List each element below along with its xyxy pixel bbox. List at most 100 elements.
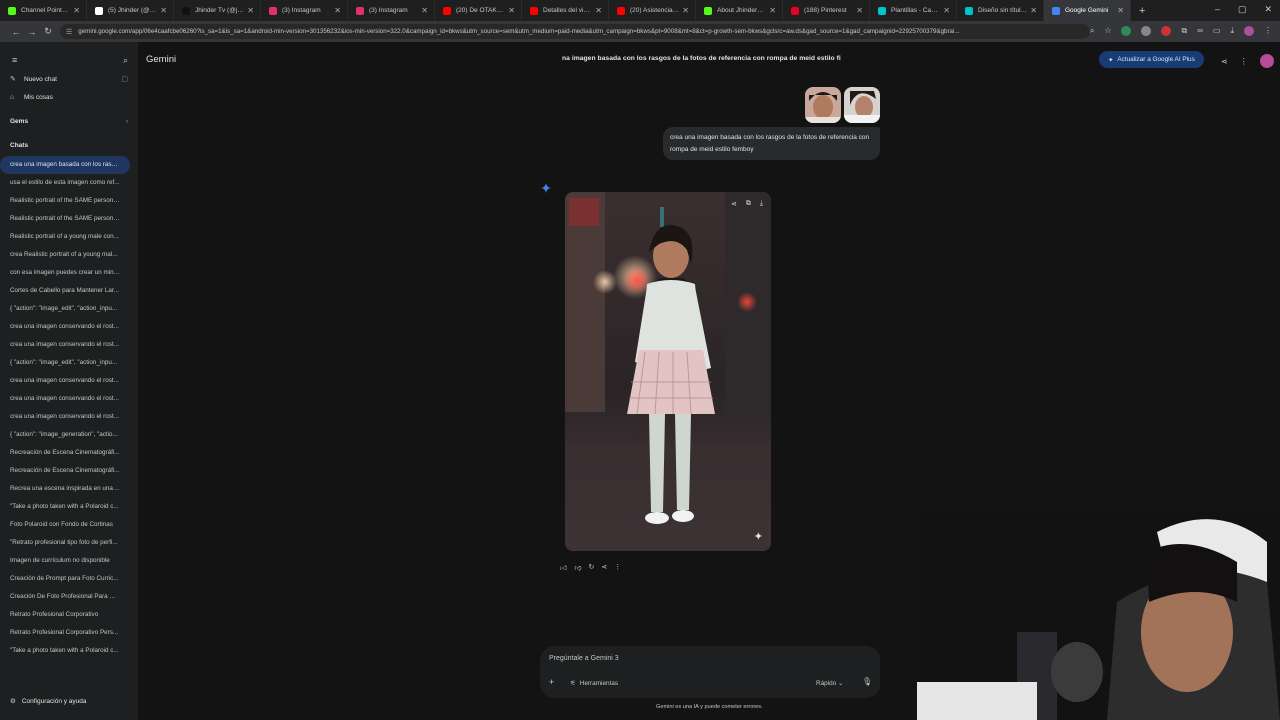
chat-list-item[interactable]: "Take a photo taken with a Polaroid c... [0,642,130,660]
new-tab-button[interactable]: + [1139,5,1145,17]
thumbs-down-icon[interactable]: 👎︎ [574,563,581,572]
new-window-icon[interactable]: ▢ [121,75,128,83]
extensions-puzzle-icon[interactable]: ⧉ [1181,26,1187,36]
more-options-icon[interactable]: ⋮ [614,563,621,572]
mode-selector[interactable]: Rápido ⌄ [816,679,843,687]
browser-tab[interactable]: (20) Asistencia histó✕ [609,0,696,21]
forward-icon[interactable]: → [24,27,40,37]
bookmark-star-icon[interactable]: ☆ [1104,26,1111,36]
browser-tab[interactable]: Channel Points - Ki✕ [0,0,87,21]
chat-list-item[interactable]: { "action": "image_edit", "action_inpu..… [0,354,130,372]
site-info-icon[interactable]: ☰ [66,28,72,36]
tab-close-icon[interactable]: ✕ [73,6,80,15]
tab-close-icon[interactable]: ✕ [682,6,689,15]
share-icon[interactable]: ⋖ [731,200,737,208]
browser-tab[interactable]: Plantillas - Canva ✕ [870,0,957,21]
chat-list-item[interactable]: "Retrato profesional tipo foto de perfi.… [0,534,130,552]
back-icon[interactable]: ← [8,27,24,37]
tab-close-icon[interactable]: ✕ [247,6,254,15]
extension-icon[interactable] [1141,26,1152,36]
maximize-icon[interactable]: ▢ [1238,4,1247,15]
tab-close-icon[interactable]: ✕ [160,6,167,15]
share-icon[interactable]: ⋖ [1221,57,1228,66]
chat-list-item[interactable]: Recrea una escena inspirada en una s... [0,480,130,498]
browser-tab[interactable]: (3) Instagram ✕ [348,0,435,21]
chat-list-item[interactable]: crea una imagen conservando el rost... [0,390,130,408]
chat-list-item[interactable]: Recreación de Escena Cinematográfi... [0,462,130,480]
tab-close-icon[interactable]: ✕ [334,6,341,15]
chat-list-item[interactable]: Realistic portrait of a young male con..… [0,228,130,246]
browser-tab[interactable]: Detalles del video -✕ [522,0,609,21]
close-window-icon[interactable]: ✕ [1264,4,1272,15]
download-icon[interactable]: ⤓ [1230,26,1234,36]
reference-image[interactable] [844,87,880,123]
chat-list-item[interactable]: crea una imagen basada con los rasg... [0,156,130,174]
settings-button[interactable]: ⚙ Configuración y ayuda [10,697,87,706]
chat-list-item[interactable]: Foto Polaroid con Fondo de Cortinas [0,516,130,534]
menu-dots-icon[interactable]: ⋮ [1264,26,1272,36]
chat-list-item[interactable]: crea una imagen conservando el rost... [0,336,130,354]
browser-tab[interactable]: (5) Jhinder (@Jhind✕ [87,0,174,21]
chat-list-item[interactable]: Retrato Profesional Corporativo Pers... [0,624,130,642]
browser-tab[interactable]: (3) Instagram ✕ [261,0,348,21]
tab-close-icon[interactable]: ✕ [769,6,776,15]
tab-close-icon[interactable]: ✕ [943,6,950,15]
my-stuff-button[interactable]: ⌂ Mis cosas [0,88,138,106]
chat-list-item[interactable]: Realistic portrait of the SAME person ..… [0,192,130,210]
tools-button[interactable]: ⚟ Herramientas [570,679,618,688]
generated-image[interactable]: ⋖ ⧉ ⤓ ✦ [565,192,771,551]
reference-image[interactable] [805,87,841,123]
hamburger-menu-icon[interactable]: ≡ [12,55,17,65]
reload-icon[interactable]: ↻ [40,26,56,37]
zoom-icon[interactable]: ⌕ [1090,26,1094,36]
upgrade-button[interactable]: ✦ Actualizar a Google AI Plus [1099,51,1204,68]
link-icon[interactable]: ∞ [1197,26,1203,36]
chat-list-item[interactable]: Retrato Profesional Corporativo [0,606,130,624]
tab-close-icon[interactable]: ✕ [508,6,515,15]
browser-tab[interactable]: Jhinder Tv (@jhind ✕ [174,0,261,21]
chat-list-item[interactable]: crea una imagen conservando el rost... [0,408,130,426]
chat-list-item[interactable]: Creación De Foto Profesional Para Cu... [0,588,130,606]
new-chat-button[interactable]: ✎ Nuevo chat ▢ [0,70,138,88]
share-icon[interactable]: ⋖ [601,563,607,572]
gemini-brand[interactable]: Gemini [146,54,176,65]
profile-avatar[interactable] [1244,26,1254,36]
chat-list-item[interactable]: usa el estilo de esta imagen como ref... [0,174,130,192]
chat-list-item[interactable]: Recreación de Escena Cinematográfi... [0,444,130,462]
chat-list-item[interactable]: crea Realistic portrait of a young mal..… [0,246,130,264]
copy-icon[interactable]: ⧉ [746,200,751,208]
tab-close-icon[interactable]: ✕ [595,6,602,15]
gems-section[interactable]: Gems › [0,112,138,130]
account-avatar[interactable] [1259,54,1274,68]
browser-tab[interactable]: About Jhinder_Tv -✕ [696,0,783,21]
sidepanel-icon[interactable]: ▭ [1213,26,1221,36]
chat-list-item[interactable]: Cortes de Cabello para Mantener Lar... [0,282,130,300]
add-icon[interactable]: + [549,677,554,687]
chat-list-item[interactable]: crea una imagen conservando el rost... [0,318,130,336]
chat-list-item[interactable]: con esa imagen puedes crear un mini... [0,264,130,282]
extension-icon[interactable] [1161,26,1172,36]
chat-list-item[interactable]: { "action": "image_generation", "actio..… [0,426,130,444]
download-icon[interactable]: ⤓ [760,200,763,208]
tab-close-icon[interactable]: ✕ [856,6,863,15]
search-icon[interactable]: ⌕ [123,55,128,66]
extension-icon[interactable] [1121,26,1132,36]
browser-tab[interactable]: (20) De OTAKU a U✕ [435,0,522,21]
chat-list-item[interactable]: Realistic portrait of the SAME person ..… [0,210,130,228]
tab-close-icon[interactable]: ✕ [421,6,428,15]
browser-tab[interactable]: Diseño sin título - ✕ [957,0,1044,21]
prompt-input[interactable]: Pregúntale a Gemini 3 + ⚟ Herramientas R… [540,646,880,698]
thumbs-up-icon[interactable]: 👍︎ [560,563,567,572]
minimize-icon[interactable]: – [1215,4,1220,15]
chat-list-item[interactable]: Imagen de currículum no disponible [0,552,130,570]
chat-list-item[interactable]: Creación de Prompt para Foto Curric... [0,570,130,588]
chat-list-item[interactable]: "Take a photo taken with a Polaroid c... [0,498,130,516]
tab-close-icon[interactable]: ✕ [1117,6,1124,15]
browser-tab[interactable]: Google Gemini ✕ [1044,0,1131,21]
chat-list-item[interactable]: crea una imagen conservando el rost... [0,372,130,390]
chat-list-item[interactable]: { "action": "image_edit", "action_inpu..… [0,300,130,318]
url-field[interactable]: ☰ gemini.google.com/app/06e4caafcbe06260… [60,24,1090,39]
more-options-icon[interactable]: ⋮ [1240,57,1248,66]
regenerate-icon[interactable]: ↻ [588,563,594,572]
browser-tab[interactable]: (188) Pinterest ✕ [783,0,870,21]
